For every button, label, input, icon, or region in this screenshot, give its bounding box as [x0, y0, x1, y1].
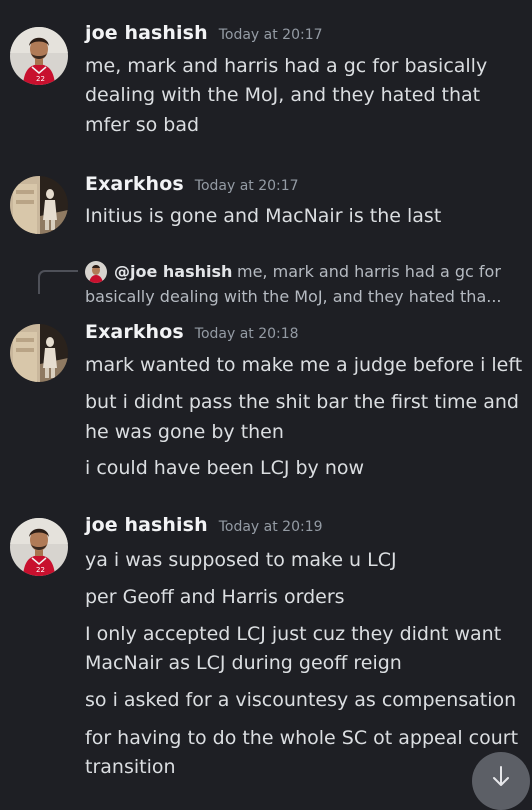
message-header: Exarkhos Today at 20:17: [85, 173, 299, 203]
footballer-avatar[interactable]: 22: [10, 518, 68, 576]
statue-avatar[interactable]: [10, 324, 68, 382]
svg-text:22: 22: [36, 566, 45, 574]
message-header: joe hashish Today at 20:17: [85, 22, 323, 52]
message-line: but i didnt pass the shit bar the first …: [85, 391, 519, 413]
message-line: Initius is gone and MacNair is the last: [85, 205, 442, 227]
message-line: me, mark and harris had a gc for basical…: [85, 55, 488, 77]
reply-mention[interactable]: @joe hashish: [114, 262, 232, 281]
message-line: i could have been LCJ by now: [85, 457, 365, 479]
svg-text:22: 22: [36, 75, 45, 83]
jump-to-present-button[interactable]: [472, 752, 530, 810]
message-line: per Geoff and Harris orders: [85, 586, 345, 608]
message-line: so i asked for a viscountesy as compensa…: [85, 689, 517, 711]
message-line: dealing with the MoJ, and they hated tha…: [85, 84, 481, 106]
reply-preview[interactable]: me, mark and harris had a gc for: [237, 260, 501, 284]
reply-spine: [38, 270, 78, 294]
message-line: ya i was supposed to make u LCJ: [85, 549, 397, 571]
message-line: mfer so bad: [85, 114, 200, 136]
footballer-avatar[interactable]: 22: [10, 27, 68, 85]
message-line: I only accepted LCJ just cuz they didnt …: [85, 623, 502, 645]
timestamp[interactable]: Today at 20:17: [195, 178, 299, 194]
timestamp[interactable]: Today at 20:17: [219, 27, 323, 43]
message-line: for having to do the whole SC ot appeal …: [85, 727, 519, 749]
message-line: he was gone by then: [85, 421, 284, 443]
timestamp[interactable]: Today at 20:18: [195, 326, 299, 342]
arrow-down-icon: [493, 766, 509, 786]
message-header: joe hashish Today at 20:19: [85, 514, 323, 544]
username[interactable]: joe hashish: [85, 514, 208, 536]
message-line: MacNair as LCJ during geoff reign: [85, 652, 402, 674]
reply-preview[interactable]: basically dealing with the MoJ, and they…: [85, 285, 502, 309]
username[interactable]: joe hashish: [85, 22, 208, 44]
reply-avatar-icon[interactable]: [85, 261, 107, 283]
timestamp[interactable]: Today at 20:19: [219, 519, 323, 535]
chat-message-list: 22 joe hashish Today at 20:17 me, mark a…: [0, 0, 532, 810]
username[interactable]: Exarkhos: [85, 321, 184, 343]
message-header: Exarkhos Today at 20:18: [85, 321, 299, 351]
username[interactable]: Exarkhos: [85, 173, 184, 195]
statue-avatar[interactable]: [10, 176, 68, 234]
message-line: mark wanted to make me a judge before i …: [85, 354, 523, 376]
message-line: transition: [85, 756, 176, 778]
